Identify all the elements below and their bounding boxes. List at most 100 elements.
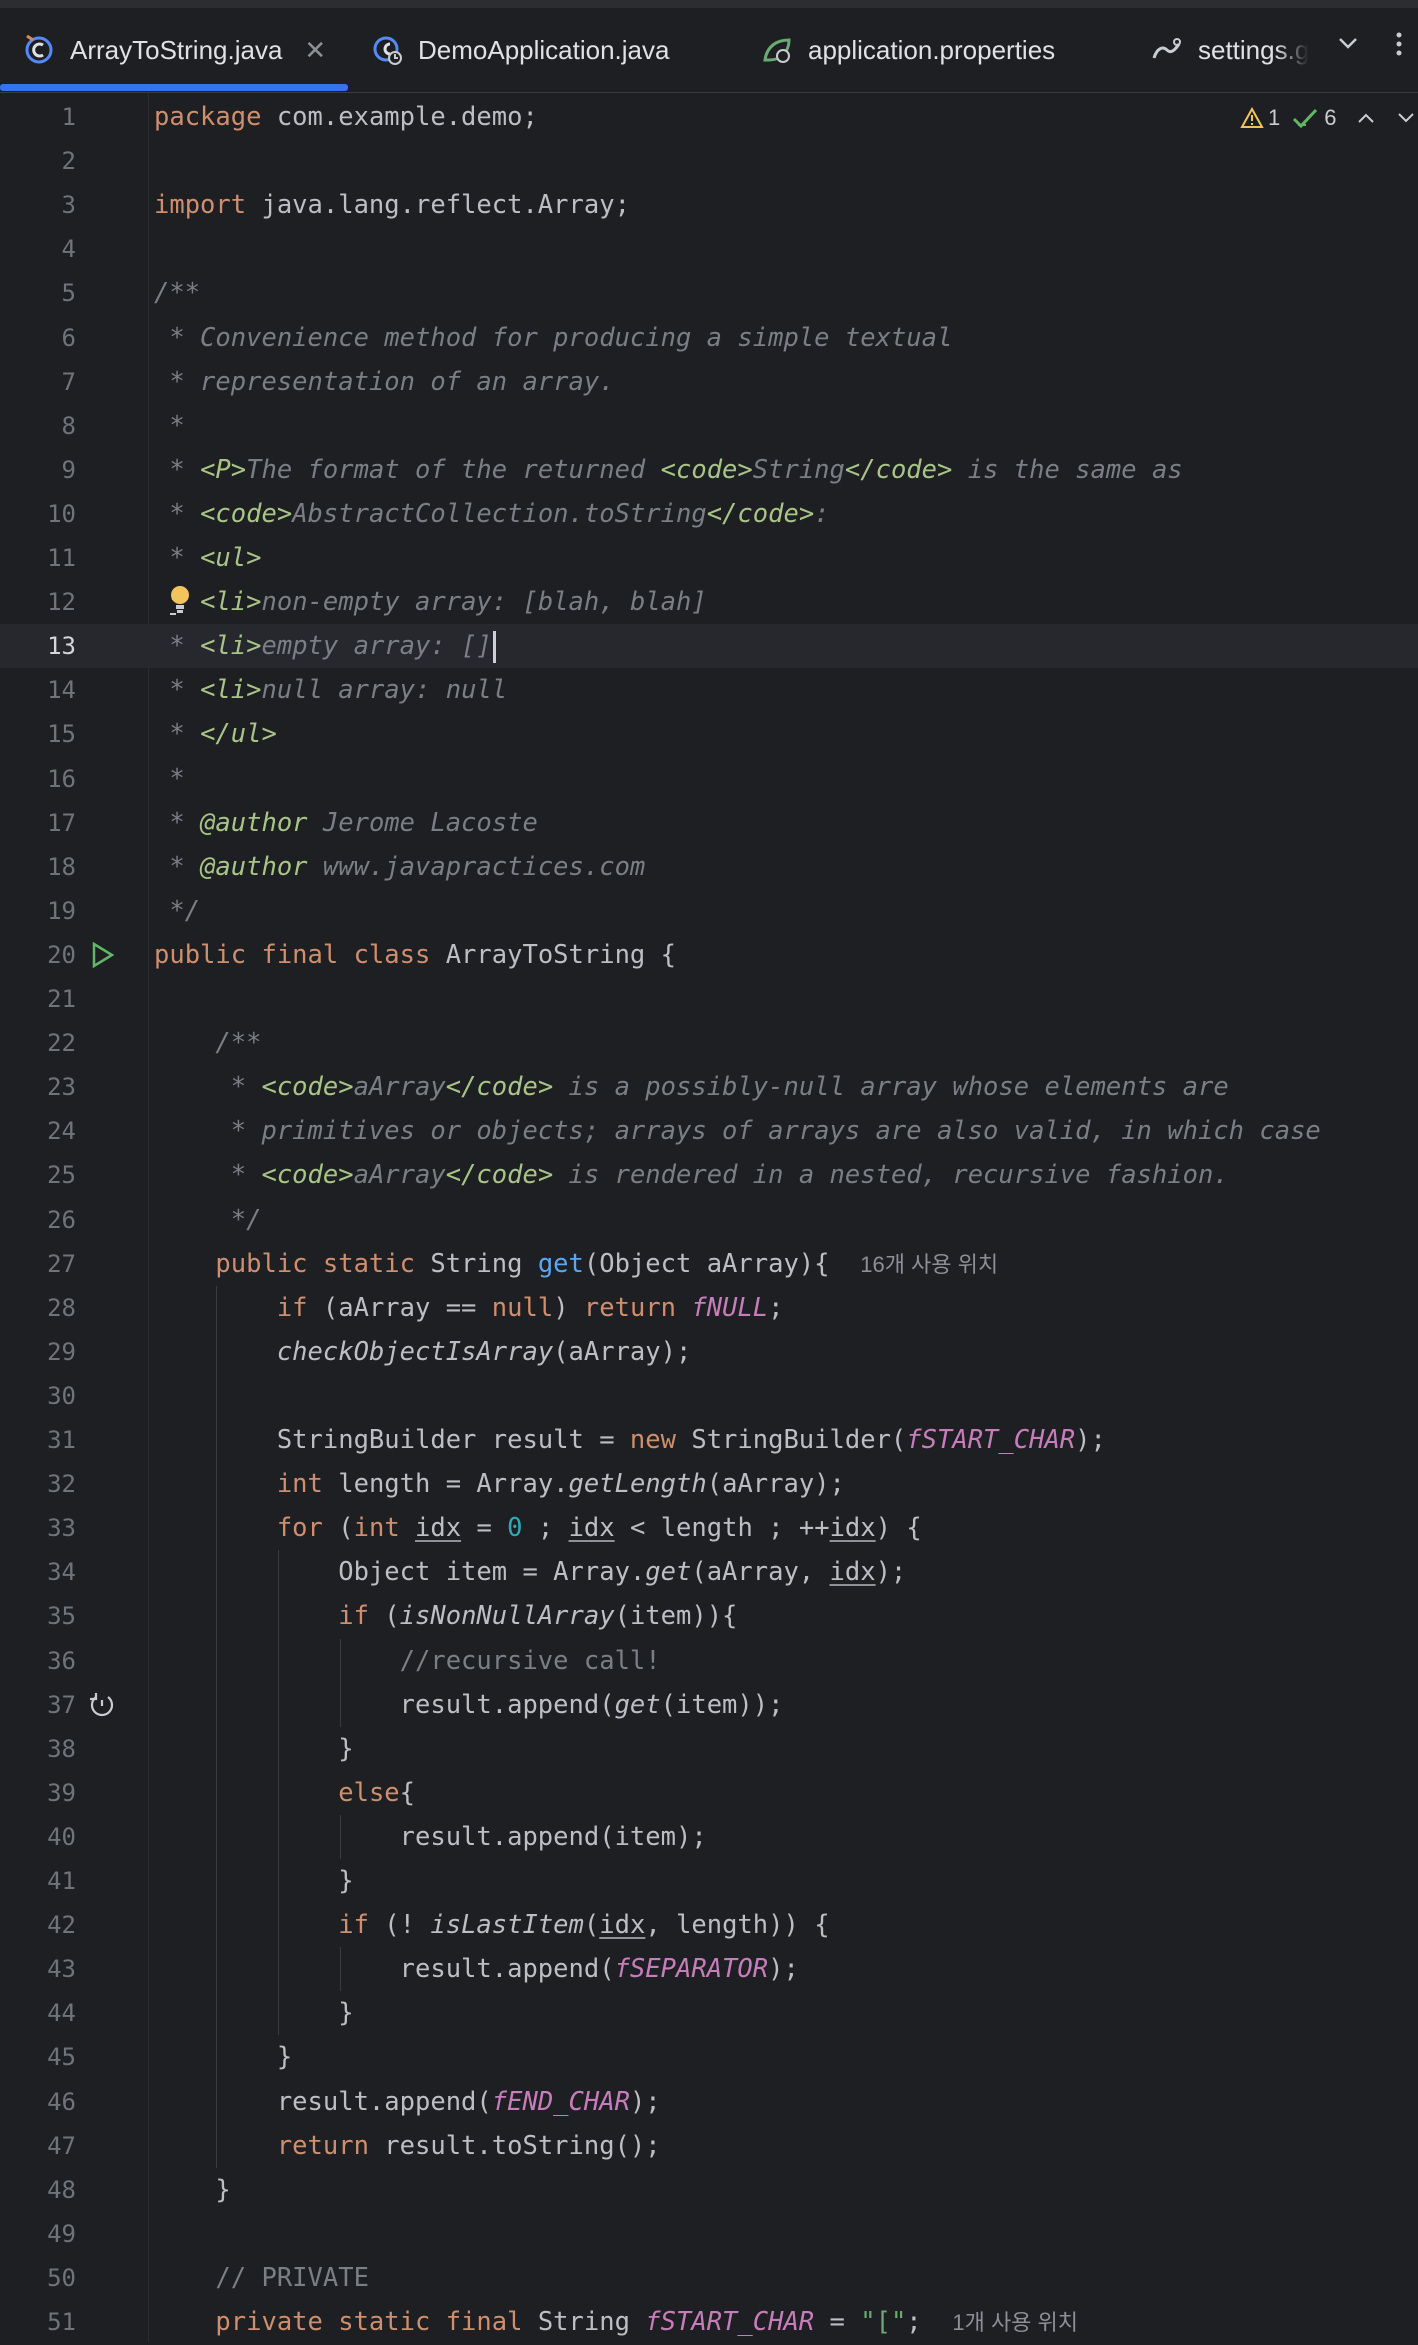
line-number[interactable]: 16 — [0, 757, 76, 801]
line-number[interactable]: 37 — [0, 1683, 76, 1727]
code-line[interactable]: 4 — [0, 227, 1418, 271]
code-text[interactable]: } — [154, 1727, 353, 1771]
code-line[interactable]: 35 if (isNonNullArray(item)){ — [0, 1594, 1418, 1638]
code-line[interactable]: 32 int length = Array.getLength(aArray); — [0, 1462, 1418, 1506]
code-text[interactable]: * representation of an array. — [154, 360, 614, 404]
code-line[interactable]: 17 * @author Jerome Lacoste — [0, 801, 1418, 845]
code-text[interactable]: for (int idx = 0 ; idx < length ; ++idx)… — [154, 1506, 922, 1550]
line-number[interactable]: 47 — [0, 2124, 76, 2168]
code-text[interactable]: public static String get(Object aArray){… — [154, 1242, 998, 1287]
code-line[interactable]: 14 * <li>null array: null — [0, 668, 1418, 712]
line-number[interactable]: 17 — [0, 801, 76, 845]
line-number[interactable]: 48 — [0, 2168, 76, 2212]
line-number[interactable]: 49 — [0, 2212, 76, 2256]
line-number[interactable]: 32 — [0, 1462, 76, 1506]
code-text[interactable]: * <code>AbstractCollection.toString</cod… — [154, 492, 829, 536]
code-line[interactable]: 31 StringBuilder result = new StringBuil… — [0, 1418, 1418, 1462]
tab-settings-gradle[interactable]: settings.g — [1150, 20, 1322, 80]
usage-hint[interactable]: 16개 사용 위치 — [860, 1252, 998, 1277]
line-number[interactable]: 31 — [0, 1418, 76, 1462]
code-line[interactable]: 24 * primitives or objects; arrays of ar… — [0, 1109, 1418, 1153]
code-line[interactable]: 29 checkObjectIsArray(aArray); — [0, 1330, 1418, 1374]
line-number[interactable]: 15 — [0, 712, 76, 756]
line-number[interactable]: 13 — [0, 624, 76, 668]
line-number[interactable]: 33 — [0, 1506, 76, 1550]
code-line[interactable]: 42 if (! isLastItem(idx, length)) { — [0, 1903, 1418, 1947]
code-text[interactable]: // PRIVATE — [154, 2256, 369, 2300]
code-text[interactable]: } — [154, 1859, 353, 1903]
line-number[interactable]: 18 — [0, 845, 76, 889]
code-text[interactable]: if (! isLastItem(idx, length)) { — [154, 1903, 829, 1947]
line-number[interactable]: 42 — [0, 1903, 76, 1947]
line-number[interactable]: 9 — [0, 448, 76, 492]
code-line[interactable]: 41 } — [0, 1859, 1418, 1903]
run-class-icon[interactable] — [88, 941, 116, 969]
line-number[interactable]: 19 — [0, 889, 76, 933]
code-line[interactable]: 50 // PRIVATE — [0, 2256, 1418, 2300]
line-number[interactable]: 2 — [0, 139, 76, 183]
code-text[interactable]: * — [154, 757, 184, 801]
line-number[interactable]: 40 — [0, 1815, 76, 1859]
more-options-icon[interactable] — [1392, 30, 1406, 65]
line-number[interactable]: 6 — [0, 316, 76, 360]
tab-application-properties[interactable]: application.properties — [760, 20, 1055, 80]
tabs-dropdown-icon[interactable] — [1336, 30, 1360, 62]
code-line[interactable]: 21 — [0, 977, 1418, 1021]
line-number[interactable]: 1 — [0, 95, 76, 139]
code-line[interactable]: 18 * @author www.javapractices.com — [0, 845, 1418, 889]
line-number[interactable]: 50 — [0, 2256, 76, 2300]
code-text[interactable]: StringBuilder result = new StringBuilder… — [154, 1418, 1106, 1462]
line-number[interactable]: 8 — [0, 404, 76, 448]
next-highlight-icon[interactable] — [1397, 112, 1415, 124]
line-number[interactable]: 20 — [0, 933, 76, 977]
tab-array-to-string[interactable]: ArrayToString.java ✕ — [22, 20, 326, 80]
code-text[interactable]: * — [154, 404, 184, 448]
code-text[interactable]: * <li>non-empty array: [blah, blah] — [154, 580, 706, 624]
code-text[interactable]: * <P>The format of the returned <code>St… — [154, 448, 1182, 492]
line-number[interactable]: 27 — [0, 1242, 76, 1286]
line-number[interactable]: 35 — [0, 1594, 76, 1638]
code-text[interactable]: package com.example.demo; — [154, 95, 538, 139]
code-line[interactable]: 5 /** — [0, 271, 1418, 315]
line-number[interactable]: 24 — [0, 1109, 76, 1153]
code-line[interactable]: 48 } — [0, 2168, 1418, 2212]
code-line[interactable]: 26 */ — [0, 1198, 1418, 1242]
code-text[interactable]: int length = Array.getLength(aArray); — [154, 1462, 845, 1506]
line-number[interactable]: 45 — [0, 2035, 76, 2079]
code-text[interactable]: public final class ArrayToString { — [154, 933, 676, 977]
inspection-widget[interactable]: 1 6 — [1240, 100, 1415, 136]
line-number[interactable]: 10 — [0, 492, 76, 536]
code-text[interactable]: * <code>aArray</code> is a possibly-null… — [154, 1065, 1229, 1109]
code-text[interactable]: result.append(fSEPARATOR); — [154, 1947, 799, 1991]
code-line[interactable]: 47 return result.toString(); — [0, 2124, 1418, 2168]
code-text[interactable]: * primitives or objects; arrays of array… — [154, 1109, 1321, 1153]
code-line[interactable]: 46 result.append(fEND_CHAR); — [0, 2080, 1418, 2124]
recursive-call-icon[interactable] — [88, 1691, 116, 1719]
line-number[interactable]: 38 — [0, 1727, 76, 1771]
line-number[interactable]: 44 — [0, 1991, 76, 2035]
code-text[interactable]: * Convenience method for producing a sim… — [154, 316, 952, 360]
code-line[interactable]: 36 //recursive call! — [0, 1639, 1418, 1683]
code-line[interactable]: 16 * — [0, 757, 1418, 801]
code-line[interactable]: 9 * <P>The format of the returned <code>… — [0, 448, 1418, 492]
code-line[interactable]: 27 public static String get(Object aArra… — [0, 1242, 1418, 1286]
code-text[interactable]: } — [154, 2168, 230, 2212]
code-line[interactable]: 51 private static final String fSTART_CH… — [0, 2300, 1418, 2344]
code-text[interactable]: * @author www.javapractices.com — [154, 845, 645, 889]
line-number[interactable]: 36 — [0, 1639, 76, 1683]
intention-bulb-icon[interactable] — [168, 584, 192, 622]
code-line[interactable]: 49 — [0, 2212, 1418, 2256]
line-number[interactable]: 46 — [0, 2080, 76, 2124]
line-number[interactable]: 34 — [0, 1550, 76, 1594]
code-line[interactable]: 10 * <code>AbstractCollection.toString</… — [0, 492, 1418, 536]
line-number[interactable]: 23 — [0, 1065, 76, 1109]
code-text[interactable]: } — [154, 2035, 292, 2079]
code-text[interactable]: private static final String fSTART_CHAR … — [154, 2300, 1078, 2345]
line-number[interactable]: 7 — [0, 360, 76, 404]
code-text[interactable]: Object item = Array.get(aArray, idx); — [154, 1550, 906, 1594]
code-text[interactable]: * <ul> — [154, 536, 261, 580]
code-text[interactable]: if (aArray == null) return fNULL; — [154, 1286, 784, 1330]
line-number[interactable]: 43 — [0, 1947, 76, 1991]
code-text[interactable]: //recursive call! — [154, 1639, 661, 1683]
code-line[interactable]: 30 — [0, 1374, 1418, 1418]
